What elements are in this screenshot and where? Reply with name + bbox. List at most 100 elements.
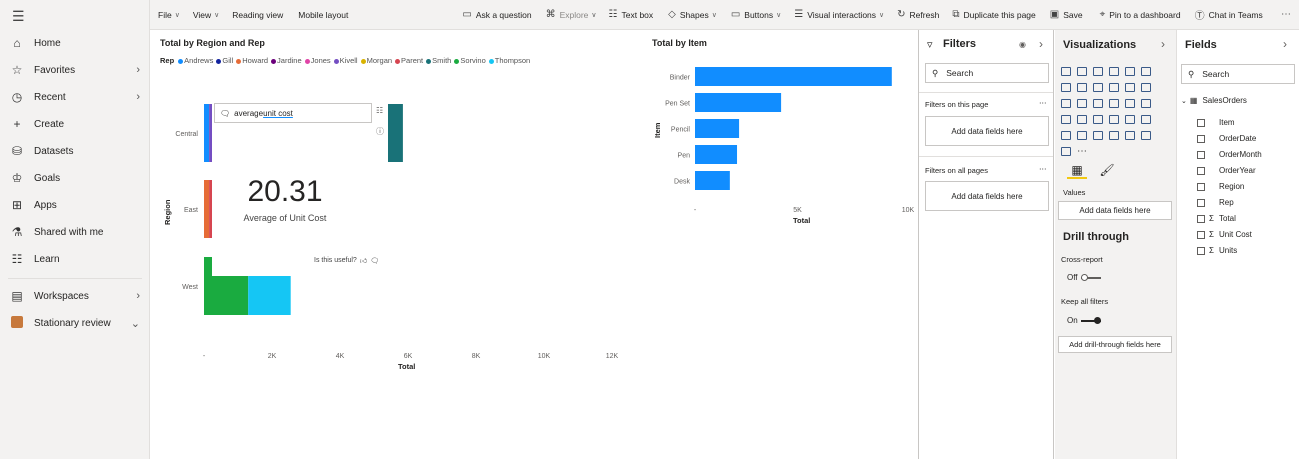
- format-paintbrush-icon[interactable]: 🖌︎: [1097, 163, 1117, 179]
- visual-type-icon[interactable]: [1138, 127, 1154, 143]
- visual-type-icon[interactable]: [1074, 127, 1090, 143]
- visual-type-icon[interactable]: [1090, 79, 1106, 95]
- collapse-filters-icon[interactable]: ›: [1039, 37, 1043, 51]
- drill-dropzone[interactable]: Add drill-through fields here: [1058, 336, 1172, 353]
- cross-report-toggle[interactable]: Off: [1067, 273, 1101, 282]
- field-checkbox[interactable]: [1197, 214, 1205, 223]
- visual-type-icon[interactable]: [1090, 63, 1106, 79]
- thumbs-up-icon[interactable]: 👍︎: [360, 256, 367, 265]
- visual-type-icon[interactable]: [1058, 143, 1074, 159]
- visual-type-icon[interactable]: [1138, 95, 1154, 111]
- hamburger-menu-icon[interactable]: ☰: [12, 8, 25, 25]
- bar-central-andrews[interactable]: [204, 104, 210, 162]
- field-checkbox[interactable]: [1197, 118, 1205, 127]
- visual-type-icon[interactable]: [1106, 79, 1122, 95]
- filters-all-dropzone[interactable]: Add data fields here: [925, 181, 1049, 211]
- visual-type-icon[interactable]: [1058, 63, 1074, 79]
- field-region[interactable]: Region: [1197, 182, 1244, 191]
- bar-desk[interactable]: [695, 171, 730, 190]
- collapse-fields-icon[interactable]: ›: [1283, 37, 1287, 51]
- field-checkbox[interactable]: [1197, 246, 1205, 255]
- visual-type-icon[interactable]: [1090, 95, 1106, 111]
- visual-type-icon[interactable]: [1074, 111, 1090, 127]
- visual-type-icon[interactable]: [1058, 111, 1074, 127]
- visual-type-icon[interactable]: [1058, 127, 1074, 143]
- toolbar-refresh[interactable]: ↻ Refresh: [897, 9, 939, 20]
- eye-icon[interactable]: ◉: [1019, 40, 1026, 49]
- nav-item-goals[interactable]: ♔ Goals: [0, 167, 150, 189]
- visual-type-icon[interactable]: [1074, 79, 1090, 95]
- bar-east-howard[interactable]: [204, 180, 210, 238]
- info-icon[interactable]: ⓘ: [376, 126, 384, 137]
- fields-search-input[interactable]: ⚲ Search: [1181, 64, 1295, 84]
- toolbar-save[interactable]: ▣ Save: [1050, 9, 1083, 20]
- qna-input[interactable]: 🗨 average unit cost: [214, 103, 372, 123]
- filters-search-input[interactable]: ⚲ Search: [925, 63, 1049, 83]
- toolbar-visual-interactions[interactable]: ☰ Visual interactions ∨: [794, 9, 884, 20]
- field-checkbox[interactable]: [1197, 166, 1205, 175]
- field-item[interactable]: Item: [1197, 118, 1235, 127]
- toolbar-explore[interactable]: ⌘ Explore ∨: [546, 9, 597, 20]
- toolbar-buttons[interactable]: ▭ Buttons ∨: [731, 9, 781, 20]
- field-checkbox[interactable]: [1197, 182, 1205, 191]
- field-checkbox[interactable]: [1197, 230, 1205, 239]
- field-checkbox[interactable]: [1197, 198, 1205, 207]
- toolbar-shapes[interactable]: ◇ Shapes ∨: [668, 9, 717, 20]
- nav-item-current-workspace[interactable]: Stationary review ⌄: [0, 312, 150, 334]
- more-visuals-icon[interactable]: ⋯: [1074, 143, 1090, 159]
- more-options-icon[interactable]: ⋯: [1039, 164, 1047, 173]
- nav-item-home[interactable]: ⌂ Home: [0, 32, 150, 54]
- visual-type-icon[interactable]: [1058, 95, 1074, 111]
- toolbar-view[interactable]: View ∨: [193, 10, 219, 20]
- bar-pencil[interactable]: [695, 119, 740, 138]
- toolbar-mobile-layout[interactable]: Mobile layout: [298, 10, 348, 20]
- nav-item-datasets[interactable]: ⛁ Datasets: [0, 140, 150, 162]
- nav-item-shared-with-me[interactable]: ⚗ Shared with me: [0, 221, 150, 243]
- field-orderyear[interactable]: OrderYear: [1197, 166, 1256, 175]
- toolbar-reading-view[interactable]: Reading view: [232, 10, 283, 20]
- nav-item-favorites[interactable]: ☆ Favorites ›: [0, 59, 150, 81]
- field-ordermonth[interactable]: OrderMonth: [1197, 150, 1262, 159]
- visual-type-icon[interactable]: [1122, 127, 1138, 143]
- visual-type-icon[interactable]: [1074, 63, 1090, 79]
- field-checkbox[interactable]: [1197, 150, 1205, 159]
- visual-type-icon[interactable]: [1090, 111, 1106, 127]
- field-orderdate[interactable]: OrderDate: [1197, 134, 1256, 143]
- visual-type-icon[interactable]: [1122, 95, 1138, 111]
- nav-item-recent[interactable]: ◷ Recent ›: [0, 86, 150, 108]
- more-options-icon[interactable]: ⋯: [1281, 9, 1291, 20]
- visual-type-icon[interactable]: [1074, 95, 1090, 111]
- collapse-viz-icon[interactable]: ›: [1161, 37, 1165, 51]
- bar-binder[interactable]: [695, 67, 892, 86]
- visual-type-icon[interactable]: [1106, 111, 1122, 127]
- more-options-icon[interactable]: ⋯: [1039, 98, 1047, 107]
- nav-item-apps[interactable]: ⊞ Apps: [0, 194, 150, 216]
- visual-type-icon[interactable]: [1138, 79, 1154, 95]
- toolbar-ask-a-question[interactable]: ▭ Ask a question: [462, 9, 531, 20]
- visual-type-icon[interactable]: [1058, 79, 1074, 95]
- field-total[interactable]: Σ Total: [1197, 214, 1236, 223]
- visual-type-icon[interactable]: [1138, 111, 1154, 127]
- bar-pen[interactable]: [695, 145, 738, 164]
- toolbar-duplicate-this-page[interactable]: ⧉ Duplicate this page: [952, 9, 1035, 20]
- visual-type-icon[interactable]: [1106, 95, 1122, 111]
- nav-item-learn[interactable]: ☷ Learn: [0, 248, 150, 270]
- nav-item-workspaces[interactable]: ▤ Workspaces ›: [0, 285, 150, 307]
- nav-item-create[interactable]: + Create: [0, 113, 150, 135]
- comment-icon[interactable]: 🗨︎: [370, 257, 379, 265]
- toolbar-file[interactable]: File ∨: [158, 10, 180, 20]
- values-dropzone[interactable]: Add data fields here: [1058, 201, 1172, 220]
- table-salesorders[interactable]: ⌄ ▦ SalesOrders: [1181, 96, 1247, 105]
- visual-type-icon[interactable]: [1122, 63, 1138, 79]
- visual-type-icon[interactable]: [1090, 127, 1106, 143]
- visual-type-icon[interactable]: [1122, 111, 1138, 127]
- visual-type-icon[interactable]: [1122, 79, 1138, 95]
- field-unit-cost[interactable]: Σ Unit Cost: [1197, 230, 1252, 239]
- fields-tab-icon[interactable]: ▦: [1067, 163, 1087, 179]
- visual-type-icon[interactable]: [1138, 63, 1154, 79]
- field-checkbox[interactable]: [1197, 134, 1205, 143]
- toolbar-pin-to-a-dashboard[interactable]: ⌖ Pin to a dashboard: [1100, 9, 1181, 20]
- field-rep[interactable]: Rep: [1197, 198, 1234, 207]
- qna-convert-icon[interactable]: ☷: [376, 106, 383, 115]
- toolbar-chat-in-teams[interactable]: Ⓣ Chat in Teams: [1195, 7, 1263, 23]
